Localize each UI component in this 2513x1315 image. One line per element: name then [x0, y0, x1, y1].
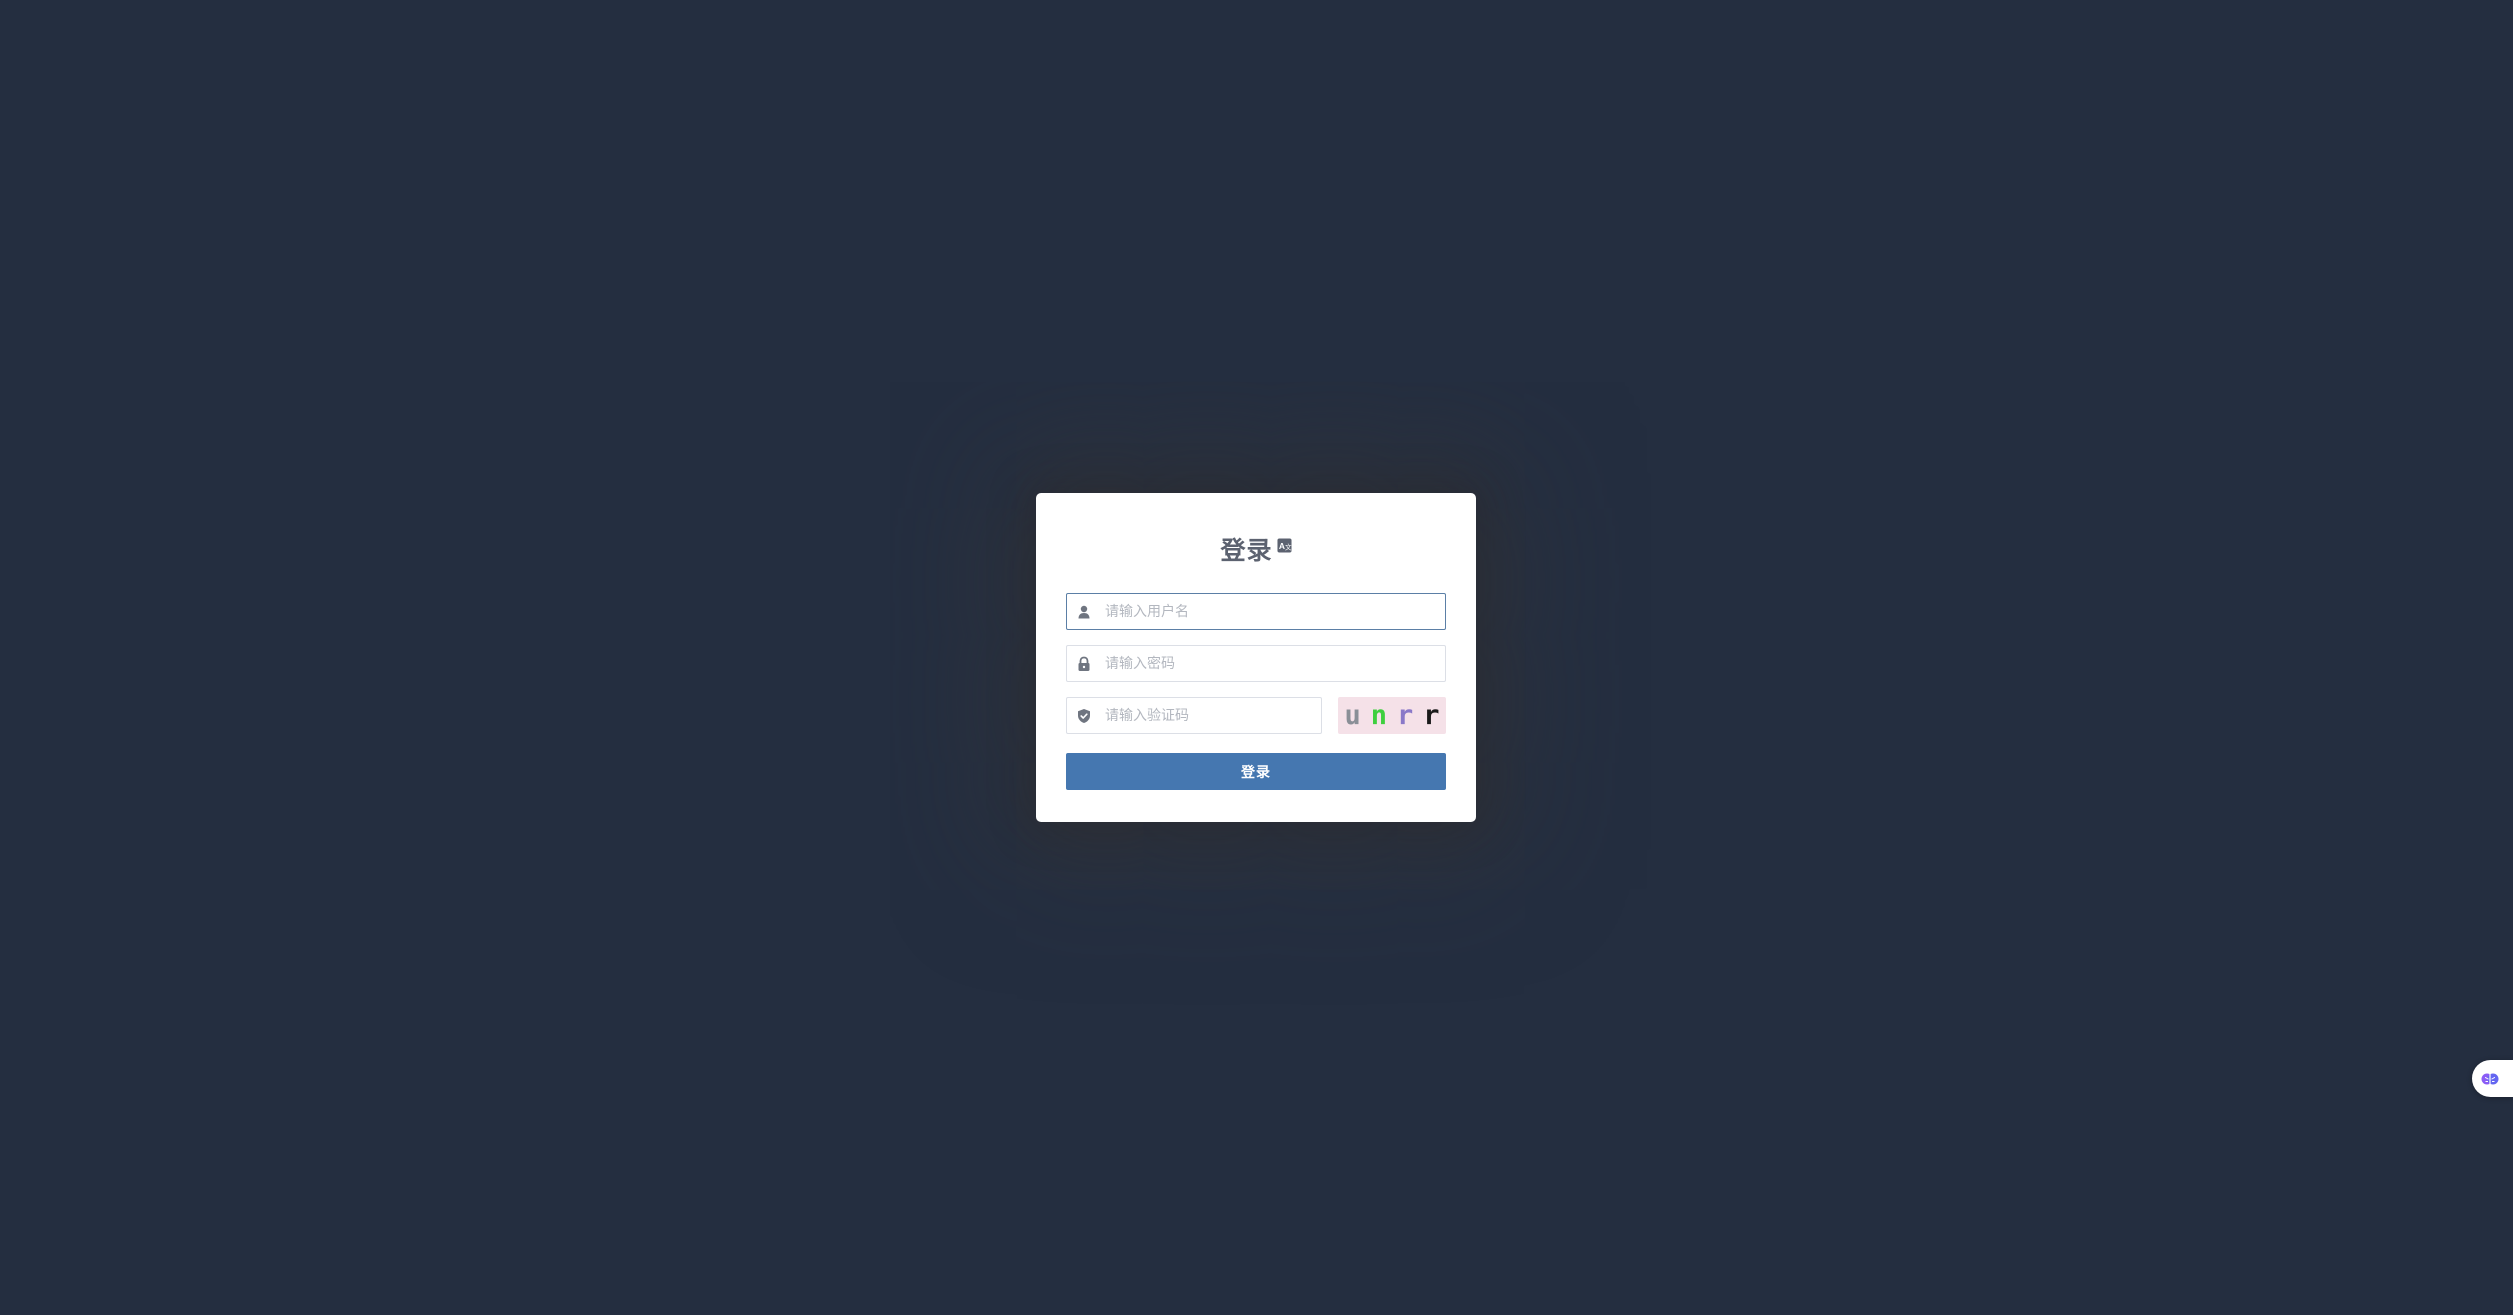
captcha-image[interactable]: unrr — [1338, 697, 1446, 734]
username-input[interactable] — [1105, 594, 1435, 629]
captcha-char: u — [1344, 700, 1361, 731]
svg-text:文: 文 — [1284, 542, 1291, 551]
brain-icon — [2481, 1073, 2499, 1084]
lock-icon — [1076, 656, 1092, 672]
login-title: 登录 — [1220, 536, 1273, 565]
captcha-char: n — [1370, 700, 1387, 731]
shield-check-icon — [1076, 708, 1092, 724]
login-title-row: 登录 A 文 — [1036, 529, 1476, 569]
password-field[interactable] — [1066, 645, 1446, 682]
captcha-char: r — [1397, 700, 1414, 731]
translate-icon[interactable]: A 文 — [1276, 537, 1292, 553]
login-button[interactable]: 登录 — [1066, 753, 1446, 790]
login-page: 登录 A 文 请输入用户名 请输入验证码 u n r r 登录 — [0, 0, 2513, 1315]
captcha-char: r — [1423, 700, 1440, 731]
login-card: 登录 A 文 请输入用户名 请输入验证码 u n r r 登录 — [1036, 493, 1476, 822]
user-icon — [1076, 604, 1092, 620]
captcha-field[interactable] — [1066, 697, 1322, 734]
captcha-input[interactable] — [1105, 698, 1315, 733]
floating-assistant-button[interactable] — [2472, 1060, 2513, 1097]
username-field[interactable] — [1066, 593, 1446, 630]
password-input[interactable] — [1105, 646, 1435, 681]
